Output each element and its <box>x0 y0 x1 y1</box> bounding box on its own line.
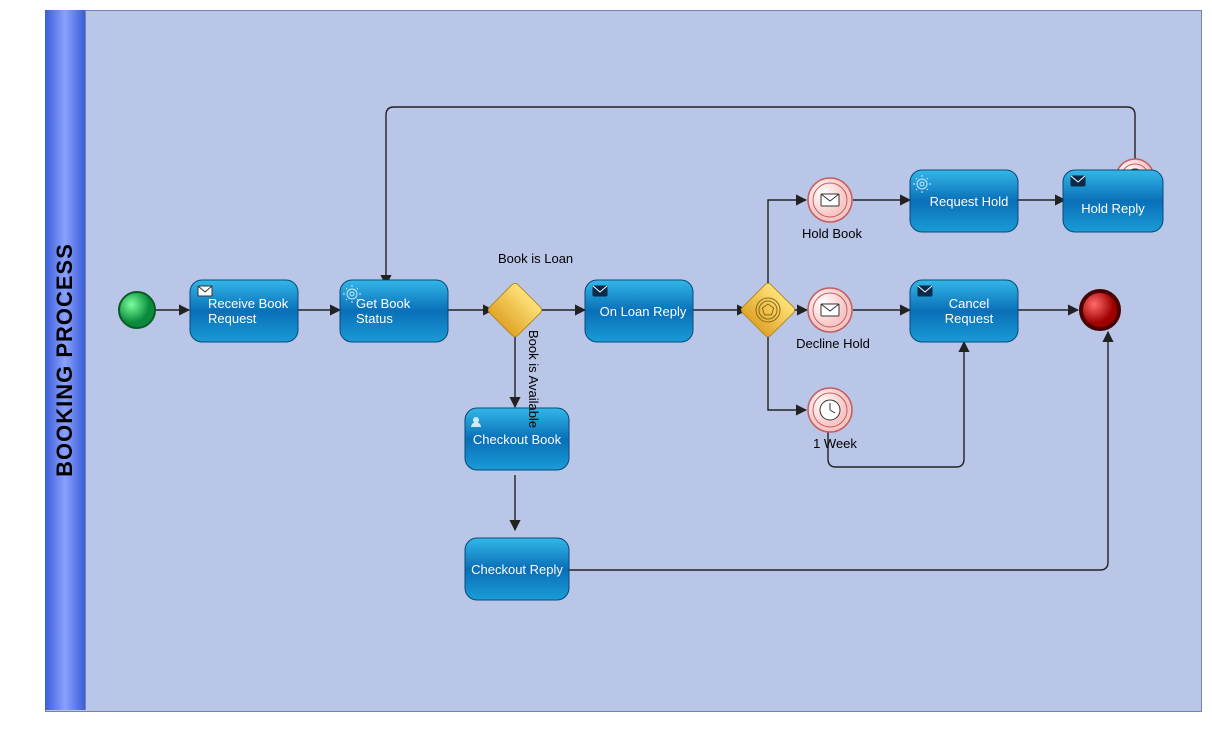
task-getstatus[interactable] <box>340 280 448 342</box>
label-bookisavailable: Book is Available <box>526 330 541 428</box>
label-declinehold: Decline Hold <box>793 336 873 351</box>
task-checkoutbook[interactable] <box>465 408 569 470</box>
end-event[interactable] <box>1081 291 1119 329</box>
label-holdbook: Hold Book <box>800 226 864 241</box>
tasks <box>190 170 1163 600</box>
event-one-week[interactable] <box>808 388 852 432</box>
diagram-svg <box>0 0 1212 739</box>
event-decline-hold[interactable] <box>808 288 852 332</box>
event-based-gateway[interactable] <box>740 282 797 339</box>
label-oneweek: 1 Week <box>810 436 860 451</box>
event-hold-book[interactable] <box>808 178 852 222</box>
task-requesthold[interactable] <box>910 170 1018 232</box>
start-event[interactable] <box>119 292 155 328</box>
task-checkoutreply[interactable] <box>465 538 569 600</box>
label-bookisloan: Book is Loan <box>498 251 573 266</box>
